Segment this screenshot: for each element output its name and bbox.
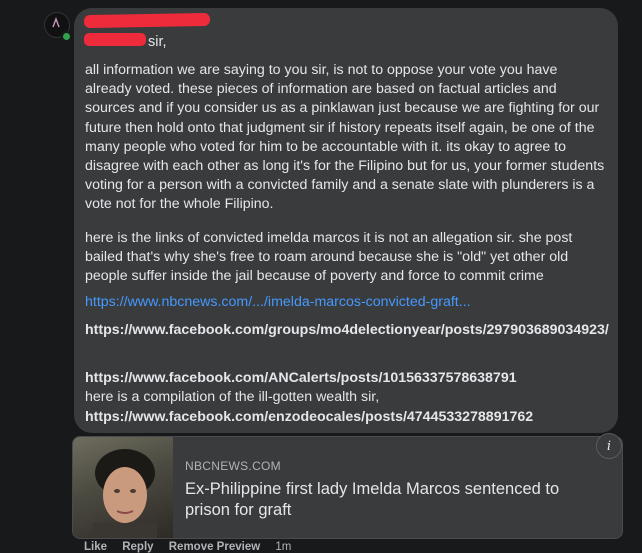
redacted-name-mention [84,33,146,46]
avatar-glyph-icon [52,17,60,28]
timestamp[interactable]: 1m [275,541,291,553]
like-button[interactable]: Like [84,541,107,553]
reply-button[interactable]: Reply [122,541,153,553]
compilation-text: here is a compilation of the ill-gotten … [85,389,380,405]
ancalerts-link[interactable]: https://www.facebook.com/ANCalerts/posts… [85,369,605,388]
facebook-group-link[interactable]: https://www.facebook.com/groups/mo4delec… [85,321,609,340]
avatar[interactable] [44,12,72,42]
comment-greeting: sir, [148,34,167,50]
info-icon[interactable]: i [596,433,622,459]
online-status-dot [61,31,72,42]
preview-source: NBCNEWS.COM [185,459,281,473]
preview-headline[interactable]: Ex-Philippine first lady Imelda Marcos s… [185,479,595,521]
remove-preview-button[interactable]: Remove Preview [169,541,260,553]
comment-paragraph-2: here is the links of convicted imelda ma… [85,230,573,285]
preview-thumbnail [73,437,173,538]
comment-actions: Like Reply Remove Preview 1m [84,541,303,553]
enzodeocales-link[interactable]: https://www.facebook.com/enzodeocales/po… [85,408,605,427]
redacted-author-name [83,12,211,29]
comment-paragraph-1: all information we are saying to you sir… [85,62,605,213]
nbcnews-link[interactable]: https://www.nbcnews.com/.../imelda-marco… [85,294,471,310]
portrait-image-icon [93,449,157,538]
link-preview-card[interactable]: NBCNEWS.COM Ex-Philippine first lady Ime… [72,436,623,539]
